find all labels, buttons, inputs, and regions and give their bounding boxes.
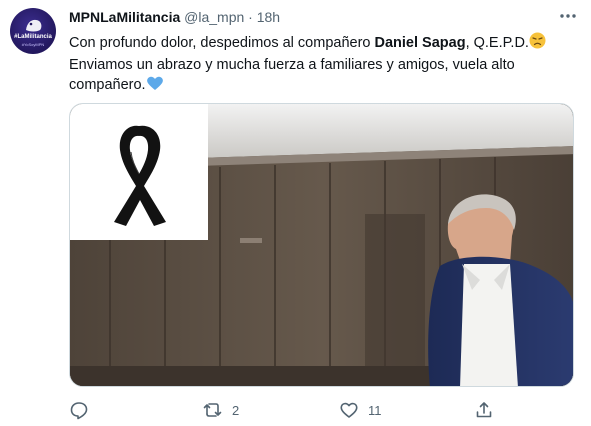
tweet-header: MPNLaMilitancia @la_mpn · 18h [69,9,280,25]
share-button[interactable] [474,398,494,422]
more-icon[interactable] [558,6,578,26]
reply-button[interactable] [69,398,98,422]
tweet[interactable]: #LaMilitancia #YoSoyMPN MPNLaMilitancia … [0,0,591,426]
heart-icon [340,402,358,418]
text-segment: , Q.E.P.D. [465,35,529,51]
tweet-actions: 2 11 [69,398,574,422]
reply-icon [70,402,88,420]
user-handle[interactable]: @la_mpn [184,9,244,25]
separator-dot: · [248,9,253,25]
retweet-count: 2 [232,402,240,418]
tweet-text: Con profundo dolor, despedimos al compañ… [69,32,574,97]
avatar-text: #LaMilitancia [14,34,52,40]
photo-image [70,104,573,386]
like-button[interactable]: 11 [339,398,382,422]
display-name[interactable]: MPNLaMilitancia [69,9,180,25]
text-segment: compañero. [69,77,146,93]
like-count: 11 [368,402,382,418]
text-segment: Con profundo dolor, despedimos al compañ… [69,35,375,51]
sad-face-emoji [529,32,546,55]
text-line: Enviamos un abrazo y mucha fuerza a fami… [69,57,515,73]
avatar-logo-icon [26,19,42,32]
blue-heart-emoji [146,75,164,97]
tweet-photo[interactable] [69,103,574,387]
retweet-icon [203,403,222,417]
timestamp[interactable]: 18h [257,9,280,25]
share-icon [476,402,492,418]
mention-name: Daniel Sapag [374,35,466,51]
avatar[interactable]: #LaMilitancia #YoSoyMPN [10,8,56,54]
retweet-button[interactable]: 2 [203,398,239,422]
avatar-subtext: #YoSoyMPN [21,42,45,47]
